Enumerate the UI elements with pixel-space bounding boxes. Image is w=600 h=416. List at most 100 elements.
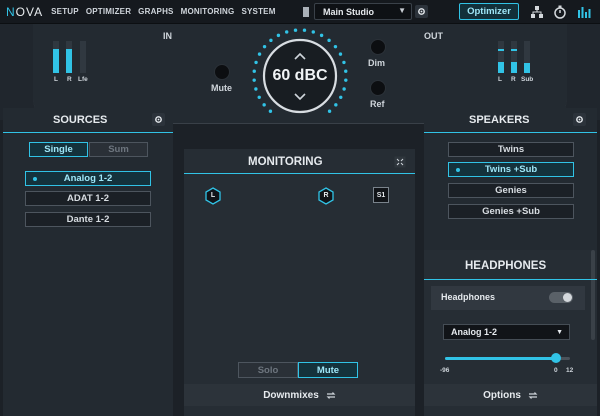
meter-peak <box>498 49 504 51</box>
mute-mode-button[interactable]: Mute <box>298 362 358 378</box>
meter-fill <box>498 61 504 73</box>
slider-min-label: -96 <box>440 367 450 374</box>
source-item-dante[interactable]: Dante 1-2 <box>25 212 151 227</box>
volume-ring-dot <box>262 103 266 107</box>
meter-peak <box>511 49 517 51</box>
input-meter-lfe <box>80 41 86 73</box>
menu-monitoring[interactable]: MONITORING <box>181 7 235 16</box>
meter-fill <box>66 49 72 73</box>
dim-button[interactable] <box>370 39 386 55</box>
output-meter-r <box>511 41 517 73</box>
power-icon[interactable] <box>302 6 310 18</box>
output-meter-label-sub: Sub <box>521 76 534 83</box>
mute-button[interactable] <box>214 64 230 80</box>
preset-settings-gear-icon[interactable] <box>415 5 428 18</box>
input-meter-label-lfe: Lfe <box>78 76 88 83</box>
options-button[interactable]: Options <box>424 384 597 406</box>
ref-button[interactable] <box>370 80 386 96</box>
toggle-knob <box>563 293 572 302</box>
headphones-level-slider[interactable] <box>445 353 570 363</box>
active-dot <box>456 168 460 172</box>
network-icon[interactable] <box>530 5 544 19</box>
slider-max-label: 12 <box>566 367 574 374</box>
solo-button[interactable]: Solo <box>238 362 298 378</box>
speaker-item-label: Twins +Sub <box>484 164 538 175</box>
chevron-down-icon: ▼ <box>398 6 406 15</box>
volume-readout: 60 dBC <box>272 67 328 84</box>
downmixes-label: Downmixes <box>263 389 319 401</box>
menu-system[interactable]: SYSTEM <box>241 7 275 16</box>
mute-label: Mute <box>211 83 232 93</box>
source-item-analog[interactable]: Analog 1-2 <box>25 171 151 186</box>
output-meter-l <box>498 41 504 73</box>
volume-ring-dot <box>327 109 332 113</box>
optimizer-button[interactable]: Optimizer <box>459 3 519 20</box>
downmixes-button[interactable]: Downmixes <box>184 384 415 406</box>
speaker-item-genies[interactable]: Genies <box>448 183 574 198</box>
expand-icon[interactable] <box>394 156 406 168</box>
volume-ring-dot <box>319 33 324 38</box>
channel-s1-button[interactable]: S1 <box>373 187 389 203</box>
volume-ring-dot <box>344 78 348 82</box>
scrollbar[interactable] <box>591 250 595 340</box>
nova-logo: NOVA <box>6 4 44 19</box>
volume-ring-dot <box>257 95 261 100</box>
volume-ring-dot <box>276 33 281 38</box>
volume-ring-dot <box>342 87 346 91</box>
menu-setup[interactable]: SETUP <box>51 7 79 16</box>
volume-ring-dot <box>257 52 262 56</box>
volume-ring-dot <box>269 38 273 43</box>
volume-ring-dot <box>254 60 258 65</box>
meter-fill <box>524 63 530 73</box>
sources-settings-gear-icon[interactable] <box>152 113 165 126</box>
timer-icon[interactable] <box>553 5 567 19</box>
menu-optimizer[interactable]: OPTIMIZER <box>86 7 131 16</box>
volume-ring-dot <box>285 30 289 34</box>
speakers-panel <box>424 108 597 250</box>
input-meter-l <box>53 41 59 73</box>
channel-l-label: L <box>210 192 216 199</box>
input-label: IN <box>163 31 172 41</box>
monitoring-divider <box>184 173 415 174</box>
headphones-toggle-label: Headphones <box>441 292 496 302</box>
menu-graphs[interactable]: GRAPHS <box>138 7 173 16</box>
volume-ring-dot <box>262 44 267 49</box>
speaker-item-twins-sub[interactable]: Twins +Sub <box>448 162 574 177</box>
speaker-item-twins[interactable]: Twins <box>448 142 574 157</box>
source-item-adat[interactable]: ADAT 1-2 <box>25 191 151 206</box>
speakers-divider <box>424 132 597 133</box>
preset-select[interactable]: Main Studio ▼ <box>314 3 412 20</box>
volume-ring-dot <box>254 87 258 91</box>
active-dot <box>33 177 37 181</box>
source-item-label: Analog 1-2 <box>63 173 113 184</box>
speakers-settings-gear-icon[interactable] <box>573 113 586 126</box>
monitoring-title: MONITORING <box>248 156 323 168</box>
source-mode-sum[interactable]: Sum <box>89 142 148 157</box>
speaker-item-genies-sub[interactable]: Genies +Sub <box>448 204 574 219</box>
volume-ring-dot <box>293 28 298 32</box>
meters-icon[interactable] <box>577 5 591 19</box>
input-meter-label-l: L <box>54 76 58 83</box>
headphones-title: HEADPHONES <box>465 260 547 272</box>
source-mode-single[interactable]: Single <box>29 142 88 157</box>
volume-ring-dot <box>334 103 338 107</box>
input-meter-r <box>66 41 72 73</box>
volume-ring-dot <box>333 44 338 49</box>
volume-ring-dot <box>302 28 307 32</box>
headphones-toggle[interactable] <box>549 292 573 303</box>
main-menu: SETUP OPTIMIZER GRAPHS MONITORING SYSTEM <box>51 7 282 16</box>
ref-label: Ref <box>370 99 385 109</box>
volume-ring-dot <box>252 69 256 73</box>
volume-ring-dot <box>252 78 256 82</box>
preset-value: Main Studio <box>323 6 374 17</box>
volume-ring-dot <box>338 52 343 56</box>
input-meter-label-r: R <box>67 76 72 83</box>
slider-fill <box>445 357 557 360</box>
slider-zero-label: 0 <box>554 367 558 374</box>
cycle-icon <box>326 391 336 399</box>
dim-label: Dim <box>368 58 386 68</box>
volume-ring-dot <box>311 30 315 34</box>
volume-ring-dot <box>327 38 331 43</box>
headphones-source-select[interactable]: Analog 1-2 ▼ <box>443 324 570 340</box>
volume-ring-dot <box>268 109 273 113</box>
